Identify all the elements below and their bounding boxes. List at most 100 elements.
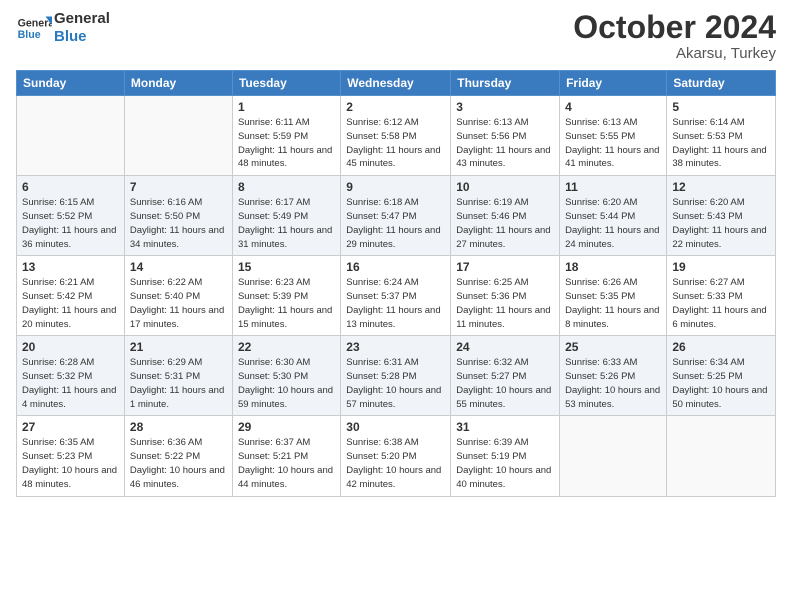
calendar-day-cell bbox=[560, 416, 667, 496]
day-number: 3 bbox=[456, 100, 554, 114]
day-number: 20 bbox=[22, 340, 119, 354]
calendar-day-cell: 25Sunrise: 6:33 AMSunset: 5:26 PMDayligh… bbox=[560, 336, 667, 416]
day-info: Sunrise: 6:35 AMSunset: 5:23 PMDaylight:… bbox=[22, 436, 119, 491]
day-info: Sunrise: 6:16 AMSunset: 5:50 PMDaylight:… bbox=[130, 196, 227, 251]
logo-text: General Blue bbox=[54, 10, 110, 46]
day-info: Sunrise: 6:37 AMSunset: 5:21 PMDaylight:… bbox=[238, 436, 335, 491]
logo-line1: General bbox=[54, 10, 110, 28]
logo-line2: Blue bbox=[54, 28, 110, 46]
calendar-day-cell: 7 Sunrise: 6:16 AMSunset: 5:50 PMDaylight… bbox=[124, 176, 232, 256]
day-number: 19 bbox=[672, 260, 770, 274]
day-number: 15 bbox=[238, 260, 335, 274]
day-info: Sunrise: 6:39 AMSunset: 5:19 PMDaylight:… bbox=[456, 436, 554, 491]
day-info: Sunrise: 6:29 AMSunset: 5:31 PMDaylight:… bbox=[130, 356, 227, 411]
day-number: 23 bbox=[346, 340, 445, 354]
day-info: Sunrise: 6:32 AMSunset: 5:27 PMDaylight:… bbox=[456, 356, 554, 411]
day-info: Sunrise: 6:17 AMSunset: 5:49 PMDaylight:… bbox=[238, 196, 335, 251]
title-block: October 2024 Akarsu, Turkey bbox=[573, 10, 776, 62]
day-number: 5 bbox=[672, 100, 770, 114]
calendar-day-cell: 6Sunrise: 6:15 AMSunset: 5:52 PMDaylight… bbox=[17, 176, 125, 256]
calendar-day-cell: 13Sunrise: 6:21 AMSunset: 5:42 PMDayligh… bbox=[17, 256, 125, 336]
day-number: 14 bbox=[130, 260, 227, 274]
calendar-day-cell: 9 Sunrise: 6:18 AMSunset: 5:47 PMDaylight… bbox=[341, 176, 451, 256]
calendar-day-cell: 19 Sunrise: 6:27 AMSunset: 5:33 PMDayligh… bbox=[667, 256, 776, 336]
calendar-day-cell: 20Sunrise: 6:28 AMSunset: 5:32 PMDayligh… bbox=[17, 336, 125, 416]
calendar-day-cell: 10 Sunrise: 6:19 AMSunset: 5:46 PMDayligh… bbox=[451, 176, 560, 256]
calendar-day-cell: 28 Sunrise: 6:36 AMSunset: 5:22 PMDayligh… bbox=[124, 416, 232, 496]
day-info: Sunrise: 6:23 AMSunset: 5:39 PMDaylight:… bbox=[238, 276, 335, 331]
calendar-day-cell: 18Sunrise: 6:26 AMSunset: 5:35 PMDayligh… bbox=[560, 256, 667, 336]
day-number: 24 bbox=[456, 340, 554, 354]
day-info: Sunrise: 6:15 AMSunset: 5:52 PMDaylight:… bbox=[22, 196, 119, 251]
day-info: Sunrise: 6:12 AMSunset: 5:58 PMDaylight:… bbox=[346, 116, 445, 171]
calendar-day-cell: 5Sunrise: 6:14 AMSunset: 5:53 PMDaylight… bbox=[667, 96, 776, 176]
day-number: 1 bbox=[238, 100, 335, 114]
weekday-header-tuesday: Tuesday bbox=[232, 71, 340, 96]
day-number: 16 bbox=[346, 260, 445, 274]
calendar-day-cell: 29Sunrise: 6:37 AMSunset: 5:21 PMDayligh… bbox=[232, 416, 340, 496]
calendar-week-row: 6Sunrise: 6:15 AMSunset: 5:52 PMDaylight… bbox=[17, 176, 776, 256]
calendar-day-cell: 26Sunrise: 6:34 AMSunset: 5:25 PMDayligh… bbox=[667, 336, 776, 416]
day-number: 25 bbox=[565, 340, 661, 354]
calendar-day-cell bbox=[124, 96, 232, 176]
weekday-header-sunday: Sunday bbox=[17, 71, 125, 96]
day-info: Sunrise: 6:13 AMSunset: 5:55 PMDaylight:… bbox=[565, 116, 661, 171]
calendar-day-cell: 31 Sunrise: 6:39 AMSunset: 5:19 PMDayligh… bbox=[451, 416, 560, 496]
day-info: Sunrise: 6:20 AMSunset: 5:43 PMDaylight:… bbox=[672, 196, 770, 251]
day-number: 10 bbox=[456, 180, 554, 194]
calendar-day-cell: 11 Sunrise: 6:20 AMSunset: 5:44 PMDayligh… bbox=[560, 176, 667, 256]
weekday-header-saturday: Saturday bbox=[667, 71, 776, 96]
calendar-day-cell: 15 Sunrise: 6:23 AMSunset: 5:39 PMDayligh… bbox=[232, 256, 340, 336]
calendar-day-cell: 23Sunrise: 6:31 AMSunset: 5:28 PMDayligh… bbox=[341, 336, 451, 416]
svg-text:Blue: Blue bbox=[18, 29, 41, 41]
weekday-header-thursday: Thursday bbox=[451, 71, 560, 96]
day-number: 13 bbox=[22, 260, 119, 274]
calendar-day-cell: 16 Sunrise: 6:24 AMSunset: 5:37 PMDayligh… bbox=[341, 256, 451, 336]
day-info: Sunrise: 6:25 AMSunset: 5:36 PMDaylight:… bbox=[456, 276, 554, 331]
day-number: 2 bbox=[346, 100, 445, 114]
day-number: 21 bbox=[130, 340, 227, 354]
location-title: Akarsu, Turkey bbox=[573, 45, 776, 62]
page: General Blue General Blue October 2024 A… bbox=[0, 0, 792, 612]
calendar-week-row: 13Sunrise: 6:21 AMSunset: 5:42 PMDayligh… bbox=[17, 256, 776, 336]
calendar-day-cell: 1 Sunrise: 6:11 AMSunset: 5:59 PMDaylight… bbox=[232, 96, 340, 176]
calendar-day-cell: 30 Sunrise: 6:38 AMSunset: 5:20 PMDayligh… bbox=[341, 416, 451, 496]
svg-text:General: General bbox=[18, 17, 52, 29]
logo: General Blue General Blue bbox=[16, 10, 110, 46]
day-info: Sunrise: 6:38 AMSunset: 5:20 PMDaylight:… bbox=[346, 436, 445, 491]
day-info: Sunrise: 6:11 AMSunset: 5:59 PMDaylight:… bbox=[238, 116, 335, 171]
day-number: 11 bbox=[565, 180, 661, 194]
day-number: 28 bbox=[130, 420, 227, 434]
day-number: 8 bbox=[238, 180, 335, 194]
day-number: 27 bbox=[22, 420, 119, 434]
day-number: 31 bbox=[456, 420, 554, 434]
day-number: 7 bbox=[130, 180, 227, 194]
day-info: Sunrise: 6:26 AMSunset: 5:35 PMDaylight:… bbox=[565, 276, 661, 331]
calendar-day-cell: 22Sunrise: 6:30 AMSunset: 5:30 PMDayligh… bbox=[232, 336, 340, 416]
day-info: Sunrise: 6:13 AMSunset: 5:56 PMDaylight:… bbox=[456, 116, 554, 171]
day-info: Sunrise: 6:27 AMSunset: 5:33 PMDaylight:… bbox=[672, 276, 770, 331]
day-info: Sunrise: 6:36 AMSunset: 5:22 PMDaylight:… bbox=[130, 436, 227, 491]
weekday-header-row: SundayMondayTuesdayWednesdayThursdayFrid… bbox=[17, 71, 776, 96]
calendar-day-cell: 14Sunrise: 6:22 AMSunset: 5:40 PMDayligh… bbox=[124, 256, 232, 336]
calendar-day-cell: 24 Sunrise: 6:32 AMSunset: 5:27 PMDayligh… bbox=[451, 336, 560, 416]
calendar-week-row: 20Sunrise: 6:28 AMSunset: 5:32 PMDayligh… bbox=[17, 336, 776, 416]
day-info: Sunrise: 6:24 AMSunset: 5:37 PMDaylight:… bbox=[346, 276, 445, 331]
day-info: Sunrise: 6:34 AMSunset: 5:25 PMDaylight:… bbox=[672, 356, 770, 411]
day-info: Sunrise: 6:18 AMSunset: 5:47 PMDaylight:… bbox=[346, 196, 445, 251]
day-number: 9 bbox=[346, 180, 445, 194]
calendar: SundayMondayTuesdayWednesdayThursdayFrid… bbox=[16, 70, 776, 496]
weekday-header-wednesday: Wednesday bbox=[341, 71, 451, 96]
calendar-day-cell: 8 Sunrise: 6:17 AMSunset: 5:49 PMDaylight… bbox=[232, 176, 340, 256]
day-number: 17 bbox=[456, 260, 554, 274]
calendar-day-cell: 3 Sunrise: 6:13 AMSunset: 5:56 PMDaylight… bbox=[451, 96, 560, 176]
calendar-day-cell: 21 Sunrise: 6:29 AMSunset: 5:31 PMDayligh… bbox=[124, 336, 232, 416]
day-info: Sunrise: 6:19 AMSunset: 5:46 PMDaylight:… bbox=[456, 196, 554, 251]
calendar-day-cell: 2 Sunrise: 6:12 AMSunset: 5:58 PMDaylight… bbox=[341, 96, 451, 176]
day-number: 30 bbox=[346, 420, 445, 434]
day-info: Sunrise: 6:20 AMSunset: 5:44 PMDaylight:… bbox=[565, 196, 661, 251]
calendar-week-row: 1 Sunrise: 6:11 AMSunset: 5:59 PMDaylight… bbox=[17, 96, 776, 176]
calendar-day-cell: 4Sunrise: 6:13 AMSunset: 5:55 PMDaylight… bbox=[560, 96, 667, 176]
calendar-day-cell: 12Sunrise: 6:20 AMSunset: 5:43 PMDayligh… bbox=[667, 176, 776, 256]
calendar-day-cell: 17 Sunrise: 6:25 AMSunset: 5:36 PMDayligh… bbox=[451, 256, 560, 336]
